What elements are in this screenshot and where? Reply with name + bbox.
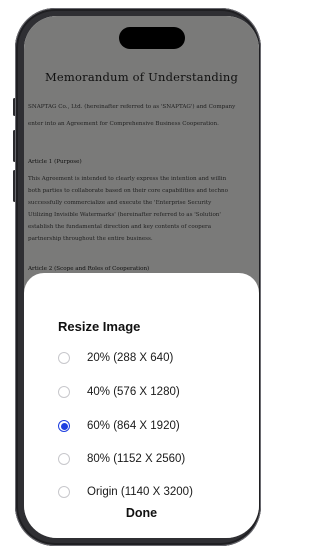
radio-unselected-icon[interactable] <box>58 386 70 398</box>
resize-option-origin[interactable]: Origin (1140 X 3200) <box>58 482 238 502</box>
radio-unselected-icon[interactable] <box>58 453 70 465</box>
resize-image-sheet: Resize Image 20% (288 X 640) 40% (576 X … <box>24 273 259 538</box>
radio-unselected-icon[interactable] <box>58 352 70 364</box>
option-label: 20% (288 X 640) <box>87 352 174 364</box>
option-label: Origin (1140 X 3200) <box>87 486 193 498</box>
done-button[interactable]: Done <box>24 506 259 520</box>
sheet-title: Resize Image <box>58 319 141 334</box>
option-label: 80% (1152 X 2560) <box>87 453 186 465</box>
option-label: 40% (576 X 1280) <box>87 386 180 398</box>
dynamic-island <box>119 27 185 49</box>
radio-selected-icon[interactable] <box>58 420 70 432</box>
resize-option-60[interactable]: 60% (864 X 1920) <box>58 416 238 436</box>
phone-screen: Memorandum of Understanding SNAPTAG Co.,… <box>24 16 259 538</box>
resize-option-80[interactable]: 80% (1152 X 2560) <box>58 449 238 469</box>
option-label: 60% (864 X 1920) <box>87 420 180 432</box>
screenshot-stage: Memorandum of Understanding SNAPTAG Co.,… <box>0 0 262 550</box>
resize-option-20[interactable]: 20% (288 X 640) <box>58 348 238 368</box>
radio-unselected-icon[interactable] <box>58 486 70 498</box>
radio-dot <box>60 422 68 430</box>
resize-option-40[interactable]: 40% (576 X 1280) <box>58 382 238 402</box>
